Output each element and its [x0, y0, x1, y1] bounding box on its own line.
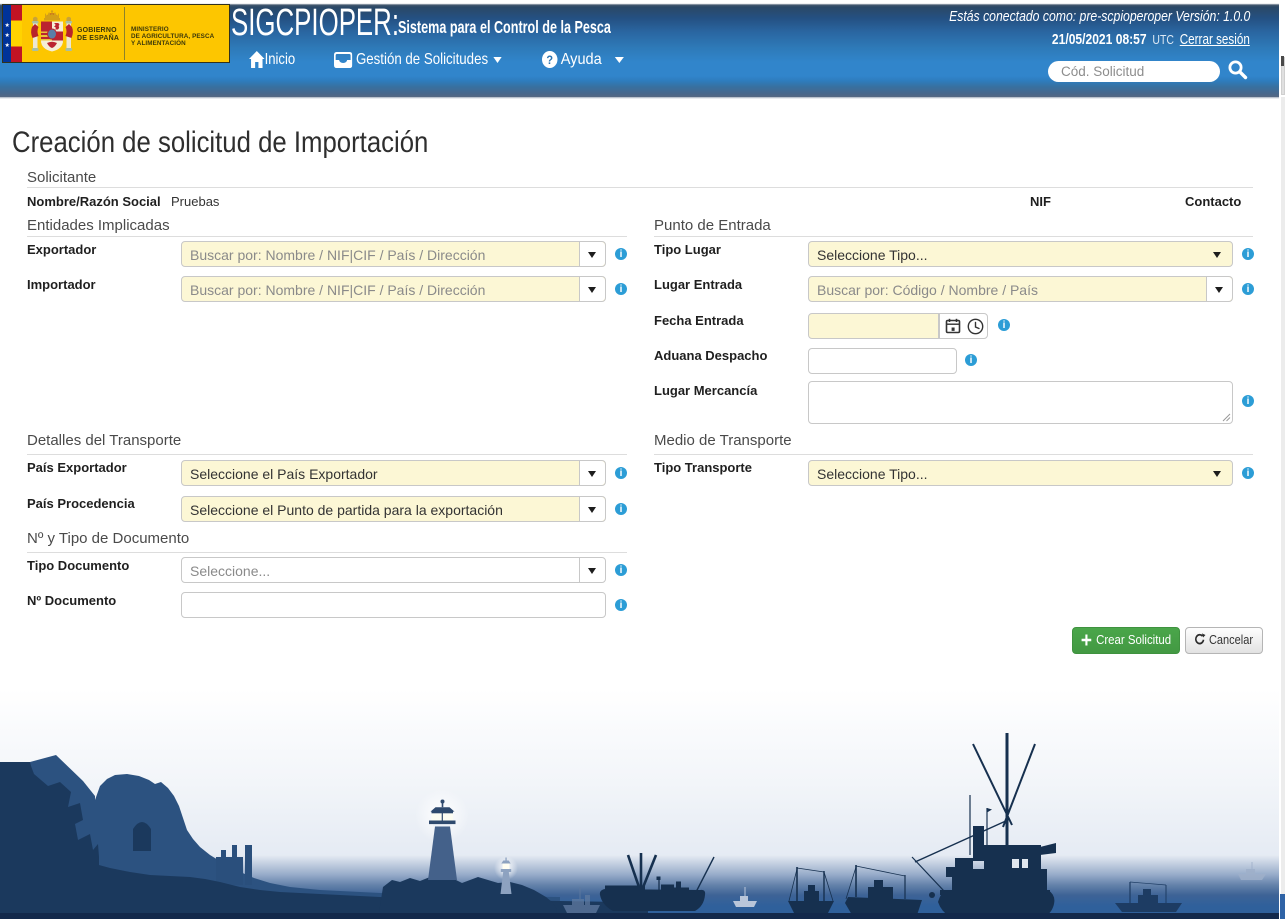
svg-text:?: ?: [546, 55, 553, 68]
